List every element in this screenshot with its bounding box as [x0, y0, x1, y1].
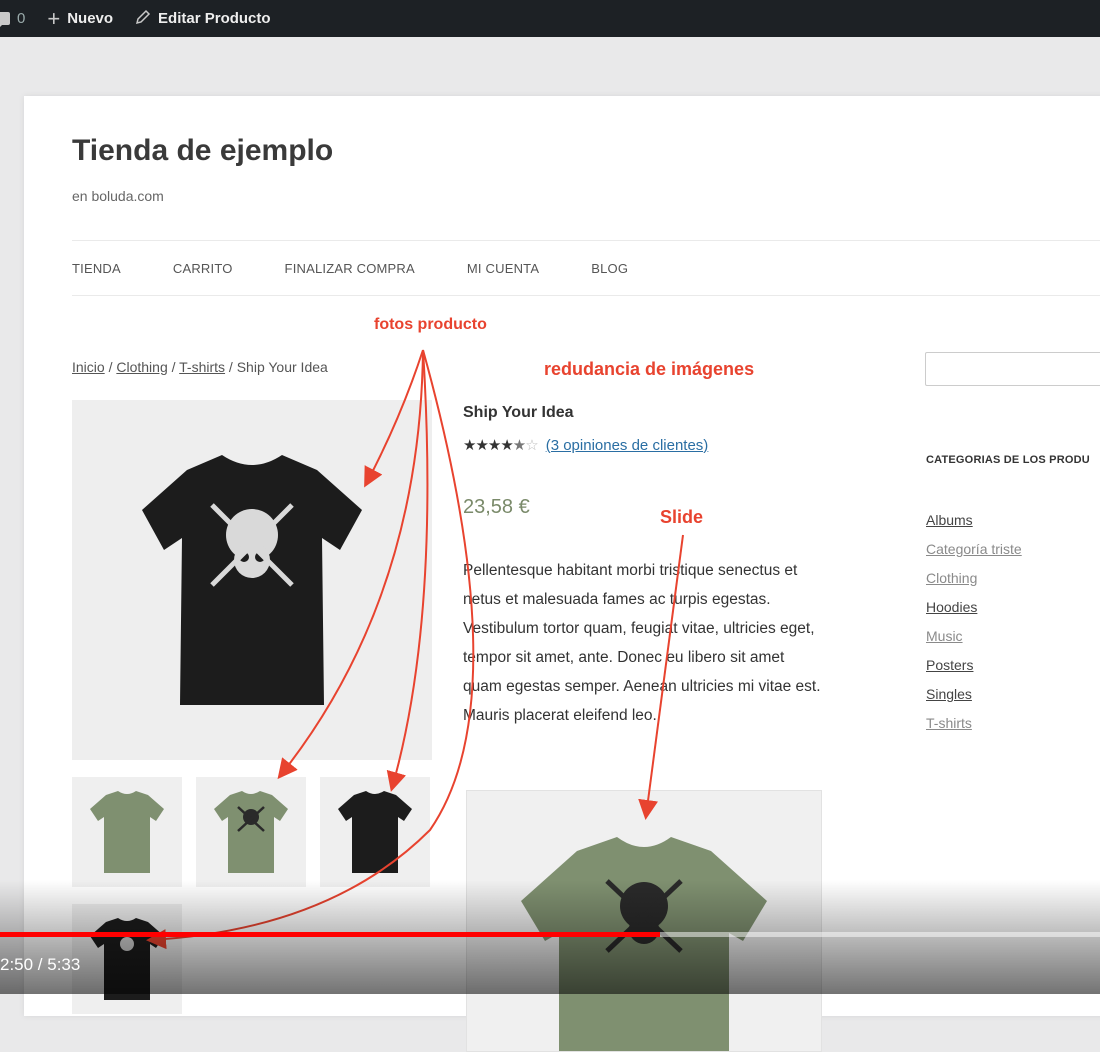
video-progress-bar[interactable] [0, 932, 1100, 937]
video-progress-fill [0, 932, 660, 937]
arrow-to-slide [638, 534, 684, 820]
annotation-arrows [146, 349, 684, 950]
arrow-to-thumb-green-skull [277, 349, 424, 780]
arrow-to-thumb-black-skull [146, 349, 475, 950]
video-timecode: 2:50 / 5:33 [0, 955, 81, 974]
video-controls-shade [0, 880, 1100, 994]
arrow-to-thumb-black [386, 349, 429, 792]
